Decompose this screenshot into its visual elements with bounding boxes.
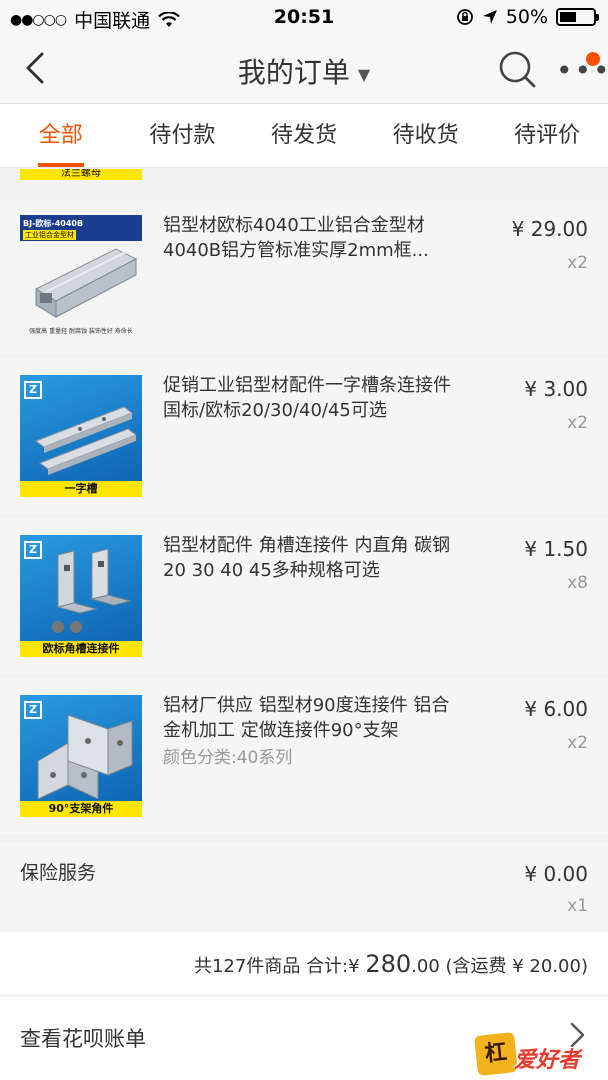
product-price: ¥ 29.00	[511, 217, 588, 241]
product-title[interactable]: 铝材厂供应 铝型材90度连接件 铝合金机加工 定做连接件90°支架	[163, 693, 463, 743]
tab-pending-payment[interactable]: 待付款	[122, 104, 244, 167]
battery-icon	[556, 8, 599, 26]
nav-bar: 我的订单 ▼ •••	[0, 34, 608, 104]
watermark-logo-icon: 杠	[474, 1032, 518, 1076]
order-summary: 共127件商品 合计:¥ 280.00 (含运费 ¥ 20.00)	[0, 932, 608, 996]
order-item[interactable]: Z 欧标角槽连接件 铝型材配件 角槽连接件 内直角 碳钢 20 30 40 45…	[0, 519, 608, 674]
more-menu-button[interactable]: •••	[552, 52, 608, 88]
product-title[interactable]: 铝型材欧标4040工业铝合金型材4040B铝方管标准实厚2mm框...	[163, 213, 463, 263]
notification-badge	[586, 52, 600, 66]
tab-all[interactable]: 全部	[0, 104, 122, 167]
status-bar: ●●○○○ 中国联通 20:51 50%	[0, 0, 608, 34]
more-dots-icon: •••	[556, 54, 608, 87]
huabei-label: 查看花呗账单	[20, 1027, 146, 1051]
cutoff-thumb-caption: 法兰螺母	[20, 169, 142, 180]
slot-connector-image	[34, 406, 138, 475]
product-thumbnail[interactable]: Z 90°支架角件	[20, 695, 142, 817]
search-icon[interactable]	[496, 48, 538, 90]
watermark: 杠 爱好者	[474, 1030, 602, 1076]
bracket-image	[37, 714, 133, 799]
product-quantity: x2	[567, 413, 588, 433]
item-count: 共127件商品	[193, 956, 301, 977]
thumb-footer: 强度高 重量轻 耐腐蚀 装饰性好 寿命长	[29, 328, 133, 335]
caret-down-icon: ▼	[357, 64, 371, 84]
product-title[interactable]: 铝型材配件 角槽连接件 内直角 碳钢 20 30 40 45多种规格可选	[163, 533, 463, 583]
product-quantity: x2	[567, 253, 588, 273]
order-item[interactable]: BJ-欧标-4040B 工业铝合金型材 强度高 重量轻 耐腐蚀 装饰性好 寿命长…	[0, 199, 608, 354]
product-price: ¥ 1.50	[524, 537, 588, 561]
total-label: 合计:	[306, 956, 349, 977]
product-variant: 颜色分类:40系列	[163, 748, 293, 768]
insurance-label: 保险服务	[20, 862, 97, 884]
total-integer: 280	[365, 950, 412, 978]
thumb-caption: 欧标角槽连接件	[20, 641, 142, 657]
corner-connector-image	[52, 548, 132, 633]
insurance-quantity: x1	[567, 896, 588, 916]
battery-percent: 50%	[505, 6, 548, 28]
page-title-text: 我的订单	[237, 56, 350, 89]
product-price: ¥ 3.00	[524, 377, 588, 401]
tab-pending-review[interactable]: 待评价	[486, 104, 608, 167]
tab-pending-receipt[interactable]: 待收货	[365, 104, 487, 167]
order-item[interactable]: Z 90°支架角件 铝材厂供应 铝型材90度连接件 铝合金机加工 定做连接件90…	[0, 679, 608, 834]
product-thumbnail[interactable]: Z 一字槽	[20, 375, 142, 497]
location-arrow-icon	[482, 10, 497, 24]
thumb-caption: 一字槽	[20, 481, 142, 497]
insurance-price: ¥ 0.00	[524, 862, 588, 886]
shipping-fee: (含运费 ¥ 20.00)	[445, 956, 588, 977]
insurance-row[interactable]: 保险服务 ¥ 0.00 x1	[0, 842, 608, 932]
product-title[interactable]: 促销工业铝型材配件一字槽条连接件 国标/欧标20/30/40/45可选	[163, 373, 463, 423]
thumb-sub: 工业铝合金型材	[23, 230, 76, 240]
total-decimal: .00	[411, 956, 440, 977]
product-quantity: x8	[567, 573, 588, 593]
total-currency: ¥	[348, 956, 360, 977]
product-thumbnail[interactable]: BJ-欧标-4040B 工业铝合金型材 强度高 重量轻 耐腐蚀 装饰性好 寿命长	[20, 215, 142, 337]
watermark-text: 爱好者	[514, 1048, 581, 1073]
aluminum-profile-image	[34, 248, 138, 318]
summary-line: 共127件商品 合计:¥ 280.00 (含运费 ¥ 20.00)	[194, 950, 588, 978]
order-item[interactable]: Z 一字槽 促销工业铝型材配件一字槽条连接件 国标/欧标20/30/40/45可…	[0, 359, 608, 514]
thumb-label: BJ-欧标-4040B	[23, 219, 84, 228]
rotation-lock-icon	[456, 9, 473, 25]
tab-pending-shipment[interactable]: 待发货	[243, 104, 365, 167]
product-price: ¥ 6.00	[524, 697, 588, 721]
thumb-caption: 90°支架角件	[20, 801, 142, 817]
product-thumbnail[interactable]: Z 欧标角槽连接件	[20, 535, 142, 657]
product-quantity: x2	[567, 733, 588, 753]
order-tabs: 全部 待付款 待发货 待收货 待评价	[0, 104, 608, 168]
